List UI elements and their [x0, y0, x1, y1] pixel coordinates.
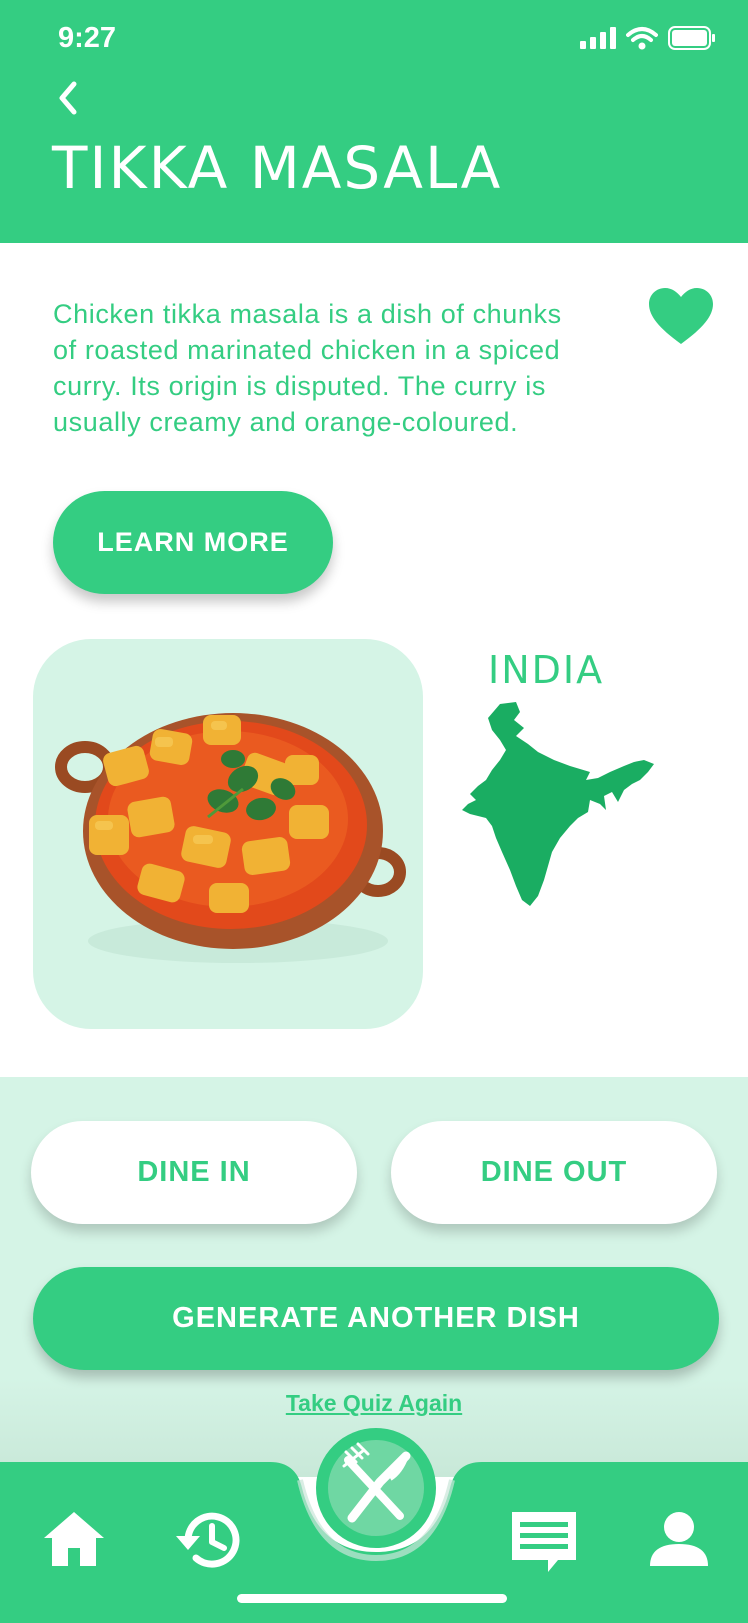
battery-icon: [668, 26, 715, 50]
dine-in-button[interactable]: DINE IN: [31, 1121, 357, 1224]
profile-icon[interactable]: [650, 1510, 708, 1568]
learn-more-button[interactable]: LEARN MORE: [53, 491, 333, 594]
fork-knife-icon[interactable]: [314, 1426, 438, 1550]
chat-icon[interactable]: [510, 1510, 578, 1576]
country-label: INDIA: [488, 648, 605, 692]
header-bar: 9:27 TIKKA MASALA: [0, 0, 748, 243]
dish-description: Chicken tikka masala is a dish of chunks…: [53, 299, 562, 437]
dine-out-button[interactable]: DINE OUT: [391, 1121, 717, 1224]
home-icon[interactable]: [42, 1510, 106, 1568]
status-icons: [580, 26, 716, 50]
heart-icon[interactable]: [649, 288, 713, 346]
tikka-masala-dish-image: [55, 713, 406, 963]
status-time: 9:27: [58, 22, 117, 54]
take-quiz-again-link[interactable]: Take Quiz Again: [0, 1390, 748, 1417]
page-title: TIKKA MASALA: [52, 134, 503, 202]
chevron-left-icon[interactable]: [50, 76, 90, 120]
wifi-icon: [626, 27, 658, 50]
india-map: [462, 702, 654, 906]
history-icon[interactable]: [174, 1508, 244, 1572]
dish-image-card: [33, 639, 423, 1029]
generate-another-dish-button[interactable]: GENERATE ANOTHER DISH: [33, 1267, 719, 1370]
home-indicator: [237, 1594, 507, 1603]
signal-icon: [580, 27, 616, 49]
